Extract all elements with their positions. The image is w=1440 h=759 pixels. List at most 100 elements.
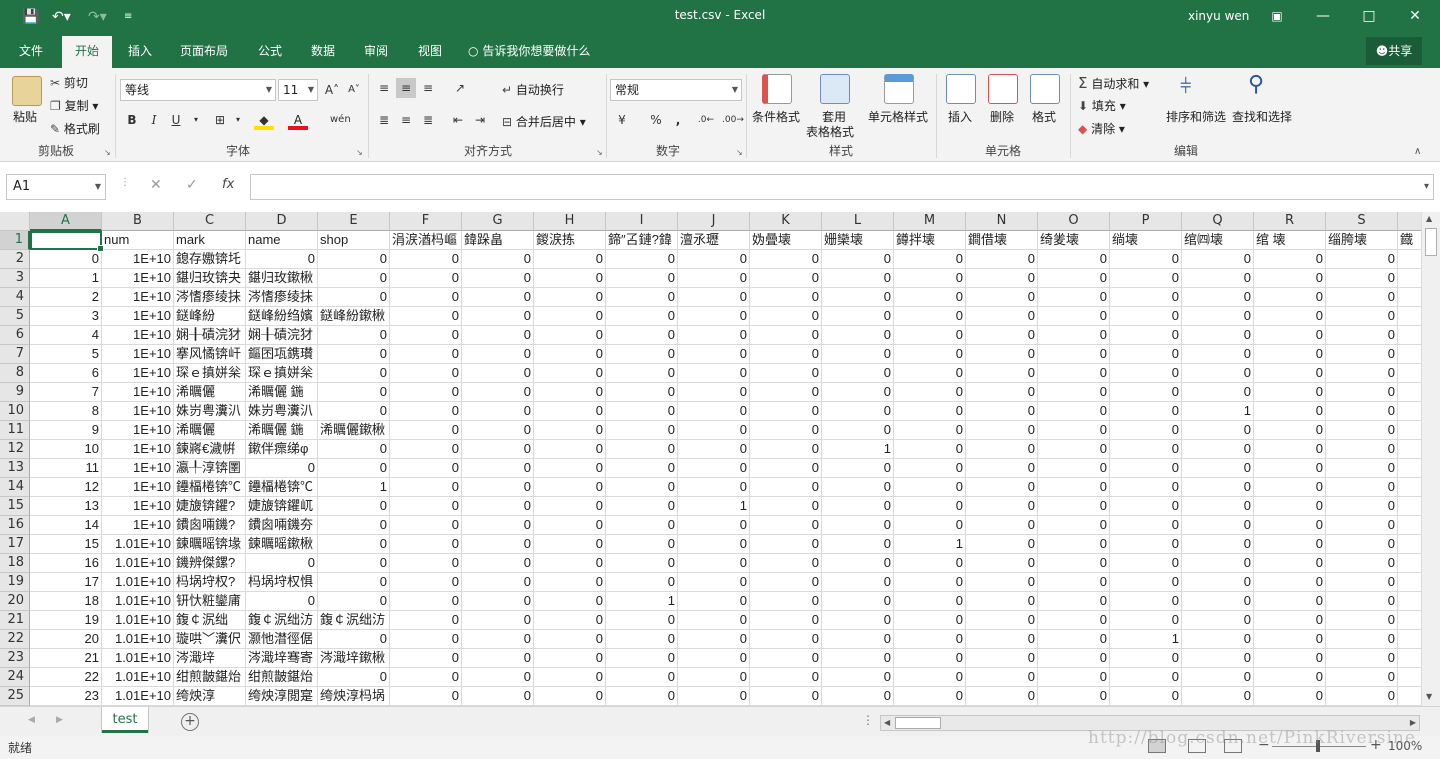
decrease-indent-icon[interactable]: ⇤ xyxy=(448,110,468,130)
table-cell[interactable]: 0 xyxy=(966,269,1038,288)
table-cell[interactable]: 0 xyxy=(750,592,822,611)
table-cell[interactable]: 1 xyxy=(1182,402,1254,421)
table-cell[interactable]: 0 xyxy=(318,573,390,592)
table-cell[interactable]: 23 xyxy=(30,687,102,706)
row-header[interactable]: 8 xyxy=(0,364,30,383)
row-header[interactable]: 11 xyxy=(0,421,30,440)
table-cell[interactable]: 0 xyxy=(1038,364,1110,383)
table-cell[interactable]: 0 xyxy=(606,630,678,649)
table-cell[interactable]: 0 xyxy=(246,592,318,611)
row-header[interactable]: 7 xyxy=(0,345,30,364)
table-cell[interactable]: 0 xyxy=(1254,611,1326,630)
table-cell[interactable]: 0 xyxy=(462,630,534,649)
table-cell[interactable]: 1E+10 xyxy=(102,364,174,383)
insert-cells-label[interactable]: 插入 xyxy=(948,108,972,125)
table-cell[interactable]: 0 xyxy=(1254,307,1326,326)
table-cell[interactable]: 0 xyxy=(1182,345,1254,364)
font-name-combo[interactable]: 等线 ▼ xyxy=(120,79,276,101)
row-header[interactable]: 13 xyxy=(0,459,30,478)
table-cell[interactable]: 13 xyxy=(30,497,102,516)
table-cell[interactable]: 0 xyxy=(894,497,966,516)
table-cell[interactable]: 1 xyxy=(894,535,966,554)
table-cell[interactable]: 12 xyxy=(30,478,102,497)
sort-filter-label[interactable]: 排序和筛选 xyxy=(1166,108,1226,125)
table-cell[interactable]: 0 xyxy=(678,535,750,554)
table-cell[interactable]: 0 xyxy=(894,326,966,345)
scroll-thumb[interactable] xyxy=(1425,228,1437,256)
table-cell[interactable]: 1.01E+10 xyxy=(102,687,174,706)
table-cell[interactable]: 0 xyxy=(462,668,534,687)
column-header[interactable]: P xyxy=(1110,212,1182,231)
table-cell[interactable]: 0 xyxy=(678,402,750,421)
table-cell[interactable]: 涔濈垶骞寄 xyxy=(246,649,318,668)
table-cell[interactable]: 0 xyxy=(894,630,966,649)
table-cell[interactable]: 0 xyxy=(462,592,534,611)
table-cell[interactable]: 0 xyxy=(1110,326,1182,345)
table-cell[interactable]: 0 xyxy=(1326,611,1398,630)
table-cell[interactable]: 0 xyxy=(390,421,462,440)
row-header[interactable]: 6 xyxy=(0,326,30,345)
table-cell[interactable]: 鐨囪啢鐖夯 xyxy=(246,516,318,535)
table-cell[interactable]: 0 xyxy=(966,402,1038,421)
column-header[interactable]: L xyxy=(822,212,894,231)
table-cell[interactable]: 0 xyxy=(678,250,750,269)
table-cell[interactable]: 姝岃粤瀵汃 xyxy=(174,402,246,421)
table-cell[interactable]: 0 xyxy=(1254,345,1326,364)
table-cell[interactable]: 0 xyxy=(1038,326,1110,345)
table-cell[interactable]: 0 xyxy=(1038,497,1110,516)
table-cell[interactable]: 0 xyxy=(606,421,678,440)
table-cell[interactable]: 0 xyxy=(1038,383,1110,402)
table-cell[interactable]: 0 xyxy=(390,345,462,364)
table-cell[interactable]: 0 xyxy=(1326,250,1398,269)
table-cell[interactable]: 1.01E+10 xyxy=(102,592,174,611)
name-box[interactable]: A1 ▼ xyxy=(6,174,106,200)
table-cell[interactable]: 0 xyxy=(822,649,894,668)
table-cell[interactable]: 0 xyxy=(390,269,462,288)
table-cell[interactable]: 0 xyxy=(534,440,606,459)
table-cell[interactable]: 0 xyxy=(318,592,390,611)
vertical-scrollbar[interactable]: ▲ ▼ xyxy=(1421,212,1440,706)
table-cell[interactable]: 0 xyxy=(1038,440,1110,459)
prev-sheet-icon[interactable]: ◀ xyxy=(28,715,35,725)
table-cell[interactable]: 0 xyxy=(750,478,822,497)
table-cell[interactable]: 鐧借壊 xyxy=(966,231,1038,250)
table-cell[interactable]: 18 xyxy=(30,592,102,611)
format-cells-icon[interactable] xyxy=(1030,74,1060,104)
table-cell[interactable]: 0 xyxy=(1038,402,1110,421)
column-header[interactable]: S xyxy=(1326,212,1398,231)
table-cell[interactable]: 0 xyxy=(750,554,822,573)
tab-page-layout[interactable]: 页面布局 xyxy=(170,34,238,68)
table-cell[interactable]: 0 xyxy=(894,288,966,307)
table-cell[interactable]: 9 xyxy=(30,421,102,440)
table-cell[interactable]: 鍊曞暚锛堟 xyxy=(174,535,246,554)
table-cell[interactable]: 0 xyxy=(1326,535,1398,554)
table-cell[interactable]: 0 xyxy=(1110,535,1182,554)
table-cell[interactable]: 0 xyxy=(390,364,462,383)
column-header[interactable]: J xyxy=(678,212,750,231)
table-cell[interactable]: 0 xyxy=(894,573,966,592)
delete-cells-label[interactable]: 删除 xyxy=(990,108,1014,125)
table-cell[interactable]: 绾㈣壊 xyxy=(1182,231,1254,250)
table-cell[interactable]: 0 xyxy=(894,668,966,687)
table-cell[interactable]: 1E+10 xyxy=(102,269,174,288)
table-cell[interactable]: 0 xyxy=(390,326,462,345)
align-left-icon[interactable]: ≣ xyxy=(374,110,394,130)
table-cell[interactable]: 0 xyxy=(390,516,462,535)
table-cell[interactable]: 1E+10 xyxy=(102,459,174,478)
table-cell[interactable]: 0 xyxy=(318,326,390,345)
table-cell[interactable]: 0 xyxy=(246,459,318,478)
table-cell[interactable]: 8 xyxy=(30,402,102,421)
table-cell[interactable]: 0 xyxy=(678,269,750,288)
table-cell[interactable]: 0 xyxy=(1110,687,1182,706)
table-cell[interactable]: 0 xyxy=(750,345,822,364)
row-header[interactable]: 15 xyxy=(0,497,30,516)
table-cell[interactable]: 0 xyxy=(534,649,606,668)
table-cell[interactable]: 0 xyxy=(966,288,1038,307)
table-cell[interactable]: 0 xyxy=(1110,402,1182,421)
table-cell[interactable]: name xyxy=(246,231,318,250)
table-cell[interactable]: 鐏拌壊 xyxy=(894,231,966,250)
table-cell[interactable]: 琛ｅ搷姘枀 xyxy=(246,364,318,383)
table-cell[interactable]: 0 xyxy=(822,687,894,706)
tab-file[interactable]: 文件 xyxy=(8,34,54,68)
table-cell[interactable]: 0 xyxy=(678,516,750,535)
